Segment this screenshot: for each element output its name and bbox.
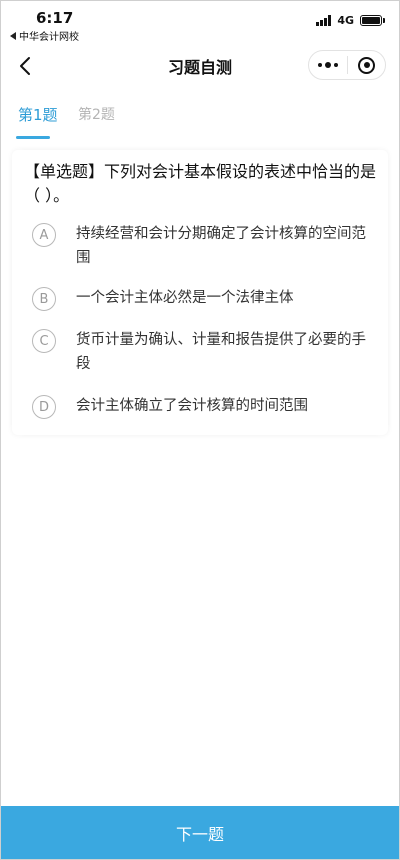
status-time: 6:17 (36, 9, 74, 27)
back-triangle-icon (10, 31, 16, 40)
close-miniprogram-button[interactable] (348, 56, 385, 74)
option-text-c: 货币计量为确认、计量和报告提供了必要的手段 (76, 332, 366, 372)
tab-question-1[interactable]: 第1题 (18, 104, 58, 125)
option-text-d: 会计主体确立了会计核算的时间范围 (76, 398, 308, 414)
active-tab-indicator (16, 136, 50, 139)
option-b[interactable]: B 一个会计主体必然是一个法律主体 (32, 286, 372, 311)
question-text: 【单选题】下列对会计基本假设的表述中恰当的是（ ）。 (24, 162, 377, 205)
tab-question-2[interactable]: 第2题 (78, 104, 115, 124)
network-type: 4G (337, 14, 354, 27)
status-indicators: 4G (316, 14, 385, 27)
option-text-b: 一个会计主体必然是一个法律主体 (76, 290, 294, 306)
more-dots-icon (318, 63, 322, 67)
target-icon (358, 56, 375, 74)
signal-icon (316, 15, 332, 26)
option-letter-a: A (32, 223, 56, 247)
option-text-a: 持续经营和会计分期确定了会计核算的空间范围 (76, 226, 366, 266)
more-button[interactable] (309, 62, 347, 68)
miniprogram-capsule (308, 50, 386, 80)
option-d[interactable]: D 会计主体确立了会计核算的时间范围 (32, 394, 372, 419)
next-question-button[interactable]: 下一题 (0, 806, 400, 860)
nav-bar: 习题自测 (0, 44, 400, 88)
option-letter-b: B (32, 287, 56, 311)
status-bar: 6:17 中华会计网校 4G (0, 0, 400, 44)
option-letter-c: C (32, 329, 56, 353)
option-letter-d: D (32, 395, 56, 419)
question-tabs: 第1题 第2题 (0, 96, 400, 142)
option-c[interactable]: C 货币计量为确认、计量和报告提供了必要的手段 (32, 328, 372, 376)
option-a[interactable]: A 持续经营和会计分期确定了会计核算的空间范围 (32, 222, 372, 270)
back-app-label: 中华会计网校 (19, 32, 79, 43)
question-card: 【单选题】下列对会计基本假设的表述中恰当的是（ ）。 A 持续经营和会计分期确定… (12, 150, 388, 435)
back-to-app-link[interactable]: 中华会计网校 (10, 28, 79, 43)
battery-icon (360, 15, 385, 26)
